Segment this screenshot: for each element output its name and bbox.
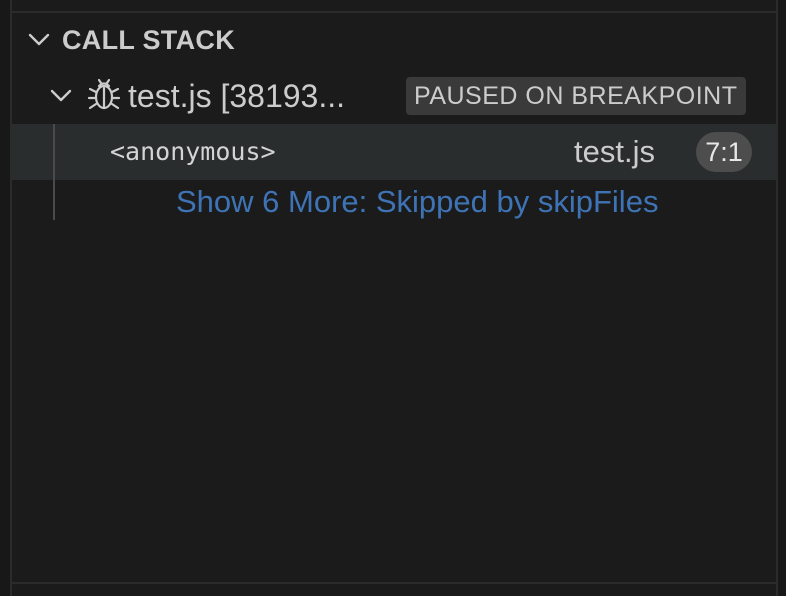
panel-top-border bbox=[12, 11, 776, 13]
stack-frame-name: <anonymous> bbox=[110, 137, 276, 166]
tree-indent-guide bbox=[53, 124, 55, 220]
show-more-frames-link[interactable]: Show 6 More: Skipped by skipFiles bbox=[176, 180, 658, 224]
debug-session-row[interactable]: test.js [38193... PAUSED ON BREAKPOINT bbox=[12, 72, 776, 120]
chevron-down-icon[interactable] bbox=[26, 27, 52, 53]
stack-frame-row[interactable]: <anonymous> test.js 7:1 bbox=[12, 124, 776, 180]
section-title: CALL STACK bbox=[62, 24, 235, 55]
call-stack-section-header[interactable]: CALL STACK bbox=[12, 22, 776, 58]
call-stack-panel: CALL STACK test.js [38193... PAUSED ON B… bbox=[10, 0, 778, 596]
paused-status-badge: PAUSED ON BREAKPOINT bbox=[406, 77, 746, 115]
debug-session-name: test.js [38193... bbox=[128, 77, 346, 114]
chevron-down-icon[interactable] bbox=[48, 83, 74, 109]
bug-icon bbox=[87, 78, 121, 110]
panel-bottom-border bbox=[12, 582, 776, 584]
stack-frame-file: test.js bbox=[574, 134, 655, 169]
stack-frame-position-badge: 7:1 bbox=[696, 132, 752, 172]
